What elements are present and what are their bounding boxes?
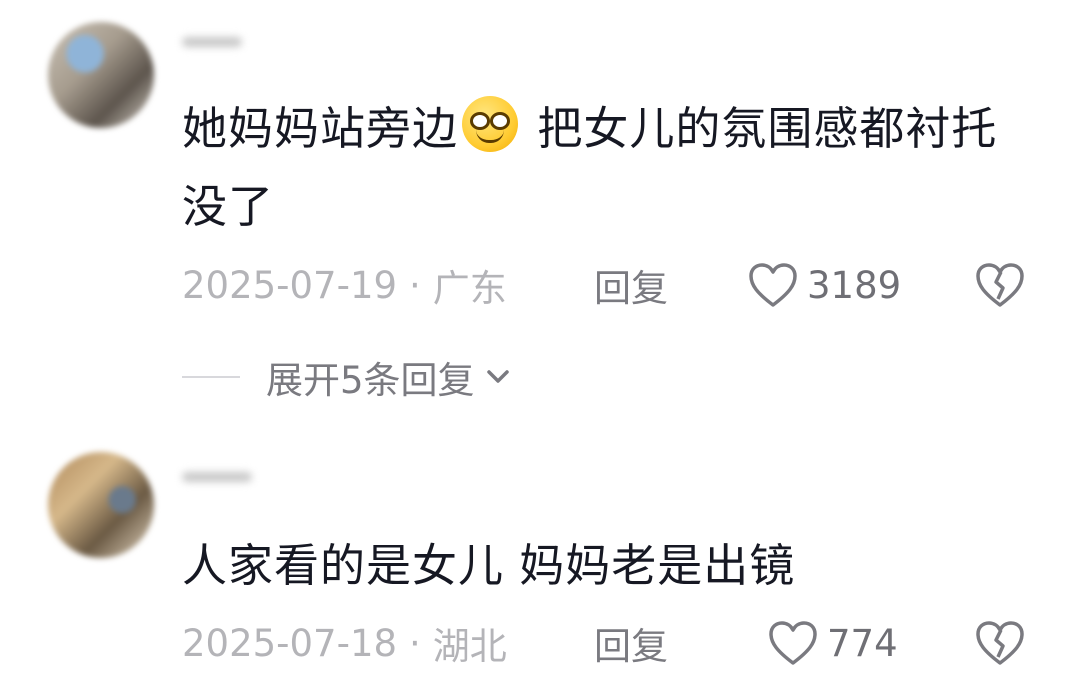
divider-line bbox=[182, 376, 240, 378]
meta-separator: · bbox=[409, 263, 421, 307]
username-blurred[interactable] bbox=[182, 455, 262, 495]
dislike-button[interactable] bbox=[974, 619, 1026, 667]
username-blurred[interactable] bbox=[182, 20, 252, 60]
like-button[interactable]: 3189 bbox=[747, 261, 901, 309]
avatar[interactable] bbox=[48, 22, 154, 128]
chevron-down-icon bbox=[486, 370, 509, 383]
comment-location: 湖北 bbox=[432, 625, 507, 668]
comment-text: 她妈妈站旁边 把女儿的氛围感都衬托没了 bbox=[182, 90, 1012, 246]
comment-date: 2025-07-18 bbox=[182, 621, 398, 665]
meta-separator: · bbox=[409, 621, 421, 665]
grin-emoji-icon bbox=[462, 96, 519, 152]
like-count: 774 bbox=[827, 621, 898, 665]
heart-icon bbox=[749, 263, 797, 307]
like-count: 3189 bbox=[807, 263, 902, 307]
expand-replies-button[interactable]: 展开5条回复 bbox=[182, 352, 513, 402]
expand-replies-label: 展开5条回复 bbox=[266, 359, 475, 402]
comment-meta: 2025-07-19 · 广东 回复 3189 bbox=[182, 260, 1042, 310]
comment-location: 广东 bbox=[432, 267, 507, 310]
dislike-button[interactable] bbox=[974, 261, 1026, 309]
broken-heart-icon bbox=[976, 621, 1024, 665]
comment-date: 2025-07-19 bbox=[182, 263, 398, 307]
reply-button[interactable]: 回复 bbox=[594, 258, 668, 312]
avatar[interactable] bbox=[48, 452, 154, 558]
comment-text: 人家看的是女儿 妈妈老是出镜 bbox=[182, 539, 796, 592]
heart-icon bbox=[769, 621, 817, 665]
comment-meta: 2025-07-18 · 湖北 回复 774 bbox=[182, 618, 1042, 668]
reply-button[interactable]: 回复 bbox=[594, 616, 668, 670]
like-button[interactable]: 774 bbox=[767, 619, 898, 667]
broken-heart-icon bbox=[976, 263, 1024, 307]
comment-text-part: 她妈妈站旁边 bbox=[182, 102, 459, 155]
